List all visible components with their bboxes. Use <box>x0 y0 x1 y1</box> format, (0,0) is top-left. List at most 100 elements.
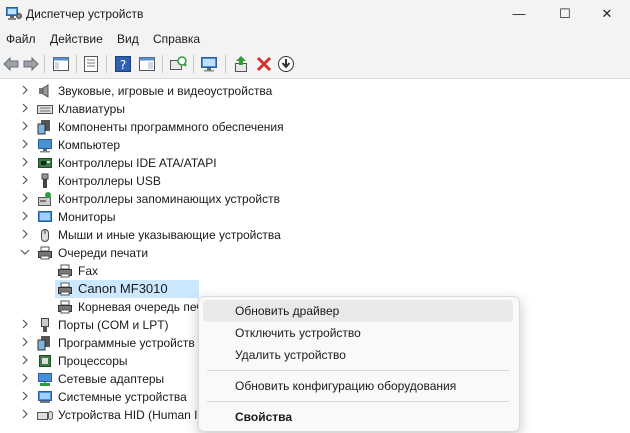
menu-view[interactable]: Вид <box>117 32 139 46</box>
software-component-icon <box>37 120 50 135</box>
forward-arrow-icon[interactable] <box>22 55 40 73</box>
tree-item-label: Звуковые, игровые и видеоустройства <box>58 84 273 98</box>
tree-item-mice[interactable]: Мыши и иные указывающие устройства <box>0 226 630 244</box>
menu-item-uninstall-device[interactable]: Удалить устройство <box>203 344 513 366</box>
tree-item-software-components[interactable]: Компоненты программного обеспечения <box>0 118 630 136</box>
action-pane-icon[interactable] <box>138 55 156 73</box>
uninstall-icon[interactable] <box>255 55 273 73</box>
title-bar: Диспетчер устройств — ☐ ✕ <box>0 0 630 28</box>
tree-item-label: Порты (COM и LPT) <box>58 318 169 332</box>
computer-icon <box>38 139 52 153</box>
window-title: Диспетчер устройств <box>26 7 144 21</box>
tree-item-label: Canon MF3010 <box>78 281 168 296</box>
menu-item-update-driver[interactable]: Обновить драйвер <box>203 300 513 322</box>
tree-item-keyboards[interactable]: Клавиатуры <box>0 100 630 118</box>
chevron-right-icon[interactable] <box>20 139 30 149</box>
tree-item-sound[interactable]: Звуковые, игровые и видеоустройства <box>0 82 630 100</box>
ide-controller-icon <box>38 158 52 168</box>
toolbar-separator <box>106 55 107 73</box>
chevron-right-icon[interactable] <box>20 85 30 95</box>
tree-item-monitors[interactable]: Мониторы <box>0 208 630 226</box>
menu-item-label: Удалить устройство <box>235 348 346 362</box>
tree-item-label: Системные устройства <box>58 390 187 404</box>
scan-hardware-icon[interactable] <box>169 55 187 73</box>
maximize-button[interactable]: ☐ <box>542 0 588 28</box>
storage-controller-icon <box>38 192 51 206</box>
menu-bar: Файл Действие Вид Справка <box>0 28 630 50</box>
help-icon[interactable]: ? <box>114 55 132 73</box>
keyboard-icon <box>37 105 53 114</box>
menu-item-scan-hardware[interactable]: Обновить конфигурацию оборудования <box>203 375 513 397</box>
menu-separator <box>207 370 509 371</box>
download-icon[interactable] <box>277 55 295 73</box>
tree-item-label: Контроллеры IDE ATA/ATAPI <box>58 156 217 170</box>
chevron-right-icon[interactable] <box>20 121 30 131</box>
tree-item-print-queues[interactable]: Очереди печати <box>0 244 630 262</box>
menu-item-label: Обновить конфигурацию оборудования <box>235 379 457 393</box>
tree-item-label: Контроллеры USB <box>58 174 161 188</box>
tree-item-fax[interactable]: Fax <box>0 262 630 280</box>
chevron-right-icon[interactable] <box>20 211 30 221</box>
hid-icon <box>37 411 53 420</box>
menu-action[interactable]: Действие <box>50 32 103 46</box>
chevron-right-icon[interactable] <box>20 409 30 419</box>
show-hidden-icon[interactable] <box>82 55 100 73</box>
printer-icon <box>58 264 72 278</box>
minimize-button[interactable]: — <box>496 0 542 28</box>
device-manager-icon <box>6 7 22 20</box>
menu-help[interactable]: Справка <box>153 32 200 46</box>
tree-item-label: Процессоры <box>58 354 128 368</box>
printer-icon <box>38 246 52 260</box>
network-adapter-icon <box>38 373 52 386</box>
tree-item-label: Клавиатуры <box>58 102 125 116</box>
chevron-right-icon[interactable] <box>20 175 30 185</box>
tree-item-computer[interactable]: Компьютер <box>0 136 630 154</box>
menu-item-label: Свойства <box>235 410 293 424</box>
update-driver-icon[interactable] <box>232 55 250 73</box>
printer-icon <box>58 300 72 314</box>
menu-item-label: Обновить драйвер <box>235 304 340 318</box>
toolbar-separator <box>44 55 45 73</box>
chevron-right-icon[interactable] <box>20 373 30 383</box>
chevron-right-icon[interactable] <box>20 337 30 347</box>
menu-item-disable-device[interactable]: Отключить устройство <box>203 322 513 344</box>
tree-item-label: Компоненты программного обеспечения <box>58 120 284 134</box>
tree-item-ide-controllers[interactable]: Контроллеры IDE ATA/ATAPI <box>0 154 630 172</box>
chevron-right-icon[interactable] <box>20 157 30 167</box>
chevron-right-icon[interactable] <box>20 319 30 329</box>
tree-item-label: Корневая очередь печ <box>78 300 203 314</box>
back-arrow-icon[interactable] <box>2 55 20 73</box>
svg-text:?: ? <box>120 58 126 72</box>
toolbar: ? <box>0 50 630 79</box>
chevron-right-icon[interactable] <box>20 355 30 365</box>
menu-item-properties[interactable]: Свойства <box>203 406 513 428</box>
chevron-right-icon[interactable] <box>20 103 30 113</box>
tree-item-label: Устройства HID (Human I <box>58 408 198 422</box>
monitor-icon[interactable] <box>200 55 218 73</box>
printer-icon <box>58 282 72 296</box>
menu-separator <box>207 401 509 402</box>
mouse-icon <box>41 229 49 242</box>
menu-item-label: Отключить устройство <box>235 326 361 340</box>
software-device-icon <box>37 336 50 351</box>
chevron-right-icon[interactable] <box>20 229 30 239</box>
tree-item-label: Программные устройств <box>58 336 195 350</box>
chevron-down-icon[interactable] <box>20 247 30 257</box>
processor-icon <box>39 355 51 367</box>
port-icon <box>41 318 49 332</box>
tree-item-usb-controllers[interactable]: Контроллеры USB <box>0 172 630 190</box>
tree-item-label: Компьютер <box>58 138 121 152</box>
tree-item-label: Мыши и иные указывающие устройства <box>58 228 281 242</box>
toolbar-separator <box>193 55 194 73</box>
monitor-icon <box>38 211 52 222</box>
close-button[interactable]: ✕ <box>584 0 630 28</box>
tree-item-label: Очереди печати <box>58 246 149 260</box>
context-menu: Обновить драйвер Отключить устройство Уд… <box>198 296 520 432</box>
properties-pane-icon[interactable] <box>52 55 70 73</box>
toolbar-separator <box>225 55 226 73</box>
menu-file[interactable]: Файл <box>6 32 36 46</box>
tree-item-storage-controllers[interactable]: Контроллеры запоминающих устройств <box>0 190 630 208</box>
tree-item-label: Fax <box>78 264 99 278</box>
chevron-right-icon[interactable] <box>20 193 30 203</box>
chevron-right-icon[interactable] <box>20 391 30 401</box>
